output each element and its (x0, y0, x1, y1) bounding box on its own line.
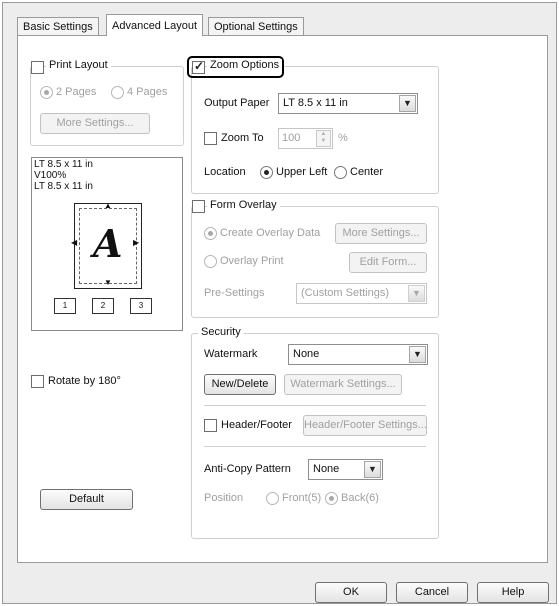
printer-properties-dialog: Basic Settings Advanced Layout Optional … (2, 2, 557, 604)
watermark-dropdown[interactable]: None ▼ (288, 344, 428, 365)
zoom-unit-label: % (338, 132, 348, 144)
ok-button[interactable]: OK (315, 582, 387, 603)
overlay-print-label: Overlay Print (220, 255, 284, 267)
help-button[interactable]: Help (477, 582, 549, 603)
location-center-radio[interactable] (334, 166, 347, 179)
zoom-options-checkbox[interactable] (192, 59, 205, 74)
new-delete-button[interactable]: New/Delete (204, 374, 276, 395)
header-footer-checkbox[interactable] (204, 419, 217, 432)
arrow-down-icon: ▼ (104, 278, 112, 287)
cancel-button[interactable]: Cancel (396, 582, 468, 603)
anticopy-label: Anti-Copy Pattern (204, 463, 291, 475)
preview-paper-text: LT 8.5 x 11 in (34, 159, 93, 170)
watermark-label: Watermark (204, 348, 258, 360)
header-footer-label: Header/Footer (221, 419, 292, 431)
security-separator-2 (204, 446, 426, 447)
header-footer-settings-button[interactable]: Header/Footer Settings... (303, 415, 427, 436)
edit-form-button[interactable]: Edit Form... (349, 252, 427, 273)
four-pages-label: 4 Pages (127, 86, 168, 98)
rotate-180-checkbox[interactable] (31, 375, 44, 388)
preview-output-text: LT 8.5 x 11 in (34, 181, 93, 192)
tab-advanced-layout[interactable]: Advanced Layout (106, 14, 204, 36)
preview-page: A ▲ ▼ ◀ ▶ (71, 201, 142, 289)
watermark-settings-button[interactable]: Watermark Settings... (284, 374, 402, 395)
back-label: Back(6) (341, 492, 379, 504)
zoom-to-input[interactable]: 100 ▲ ▼ (278, 128, 333, 149)
print-layout-checkbox[interactable] (31, 61, 44, 74)
arrow-left-icon: ◀ (71, 238, 78, 247)
overlay-print-radio[interactable] (204, 255, 217, 268)
form-overlay-label: Form Overlay (207, 199, 280, 211)
position-label: Position (204, 492, 244, 504)
tab-optional-settings[interactable]: Optional Settings (208, 17, 304, 35)
output-paper-label: Output Paper (204, 97, 270, 109)
output-paper-dropdown[interactable]: LT 8.5 x 11 in ▼ (278, 93, 418, 114)
location-upper-left-radio[interactable] (260, 166, 273, 179)
preview-zoom-text: V100% (34, 170, 67, 181)
two-pages-label: 2 Pages (56, 86, 97, 98)
tab-basic-settings[interactable]: Basic Settings (17, 17, 99, 35)
zoom-to-value: 100 (282, 132, 301, 144)
location-label: Location (204, 166, 246, 178)
chevron-down-icon: ▼ (409, 346, 426, 363)
front-radio[interactable] (266, 492, 279, 505)
page-order-icon-2: 2 (92, 298, 114, 314)
page-order-icon-3: 3 (130, 298, 152, 314)
chevron-down-icon: ▼ (408, 285, 425, 302)
output-paper-value: LT 8.5 x 11 in (283, 97, 348, 109)
create-overlay-radio[interactable] (204, 227, 217, 240)
arrow-up-icon: ▲ (104, 201, 112, 210)
location-upper-left-label: Upper Left (276, 166, 328, 178)
spinner-arrows-icon[interactable]: ▲ ▼ (316, 130, 331, 147)
page-order-icon-1: 1 (54, 298, 76, 314)
front-label: Front(5) (282, 492, 322, 504)
four-pages-radio[interactable] (111, 86, 124, 99)
anticopy-value: None (313, 463, 340, 475)
chevron-down-icon: ▼ (364, 461, 381, 478)
preview-letter: A (93, 221, 123, 266)
anticopy-dropdown[interactable]: None ▼ (308, 459, 383, 480)
security-separator-1 (204, 405, 426, 406)
arrow-right-icon: ▶ (133, 238, 140, 247)
rotate-180-label: Rotate by 180° (48, 375, 121, 387)
zoom-to-label: Zoom To (221, 132, 264, 144)
presettings-value: (Custom Settings) (301, 287, 390, 299)
location-center-label: Center (350, 166, 384, 178)
zoom-options-label: Zoom Options (207, 59, 283, 71)
form-overlay-checkbox[interactable] (192, 200, 205, 213)
form-overlay-more-settings-button[interactable]: More Settings... (335, 223, 427, 244)
print-layout-more-settings-button[interactable]: More Settings... (40, 113, 150, 134)
print-layout-group (30, 66, 184, 146)
back-radio[interactable] (325, 492, 338, 505)
chevron-down-icon: ▼ (399, 95, 416, 112)
presettings-dropdown[interactable]: (Custom Settings) ▼ (296, 283, 427, 304)
print-layout-label: Print Layout (46, 59, 111, 71)
security-label: Security (198, 326, 244, 338)
two-pages-radio[interactable] (40, 86, 53, 99)
advanced-layout-panel: Print Layout 2 Pages 4 Pages More Settin… (17, 35, 548, 563)
watermark-value: None (293, 348, 320, 360)
create-overlay-label: Create Overlay Data (220, 227, 321, 239)
layout-preview: LT 8.5 x 11 in V100% LT 8.5 x 11 in A ▲ … (31, 157, 183, 331)
zoom-to-checkbox[interactable] (204, 132, 217, 145)
default-button[interactable]: Default (40, 489, 133, 510)
presettings-label: Pre-Settings (204, 287, 265, 299)
